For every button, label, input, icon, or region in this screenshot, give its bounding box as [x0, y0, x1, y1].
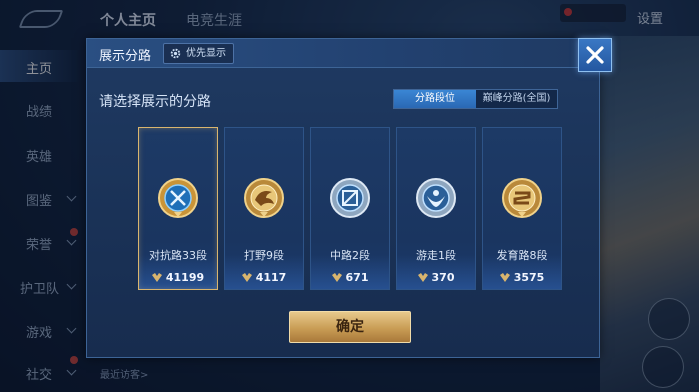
roam-emblem-icon — [416, 178, 456, 218]
priority-display-label: 优先显示 — [186, 48, 226, 59]
lane-card-score-value: 3575 — [513, 271, 545, 284]
close-icon — [586, 46, 604, 64]
tab-peak-lane[interactable]: 巅峰分路(全国) — [476, 90, 557, 108]
dialog-title: 展示分路 — [99, 49, 152, 64]
lane-card-score-value: 4117 — [255, 271, 287, 284]
jungle-emblem-icon — [244, 178, 284, 218]
select-lane-prompt: 请选择展示的分路 — [99, 94, 211, 110]
lane-card-name: 对抗路33段 — [149, 249, 207, 262]
lane-mode-toggle: 分路段位 巅峰分路(全国) — [393, 89, 558, 109]
farm-lane-emblem-icon — [502, 178, 542, 218]
lane-card-score: 671 — [311, 271, 389, 284]
power-icon — [417, 273, 428, 282]
gear-icon — [170, 48, 181, 59]
power-icon — [151, 273, 162, 282]
power-icon — [499, 273, 510, 282]
confirm-button[interactable]: 确定 — [289, 311, 411, 343]
dialog-header: 展示分路 优先显示 — [87, 39, 599, 68]
lane-card-score-value: 370 — [431, 271, 455, 284]
power-icon — [241, 273, 252, 282]
lane-card-name: 打野9段 — [244, 249, 284, 262]
lane-card-name: 中路2段 — [330, 249, 370, 262]
lane-card[interactable]: 中路2段 671 — [310, 127, 390, 290]
lane-card-score: 41199 — [139, 271, 217, 284]
lane-card[interactable]: 游走1段 370 — [396, 127, 476, 290]
lane-card[interactable]: 对抗路33段 41199 — [138, 127, 218, 290]
lane-card-score-value: 41199 — [165, 271, 205, 284]
tab-lane-rank[interactable]: 分路段位 — [394, 90, 476, 108]
mid-lane-emblem-icon — [330, 178, 370, 218]
lane-card[interactable]: 打野9段 4117 — [224, 127, 304, 290]
power-icon — [331, 273, 342, 282]
close-button[interactable] — [578, 38, 612, 72]
lane-card-score-value: 671 — [345, 271, 369, 284]
priority-display-button[interactable]: 优先显示 — [163, 43, 234, 64]
clash-lane-emblem-icon — [158, 178, 198, 218]
lane-card-score: 370 — [397, 271, 475, 284]
lane-card-score: 3575 — [483, 271, 561, 284]
lane-card-name: 游走1段 — [416, 249, 456, 262]
lane-display-dialog: 展示分路 优先显示 请选择展示的分路 分路段位 巅峰分路(全国) 对抗路33段 … — [86, 38, 600, 358]
lane-card[interactable]: 发育路8段 3575 — [482, 127, 562, 290]
lane-card-score: 4117 — [225, 271, 303, 284]
lane-card-name: 发育路8段 — [496, 249, 548, 262]
